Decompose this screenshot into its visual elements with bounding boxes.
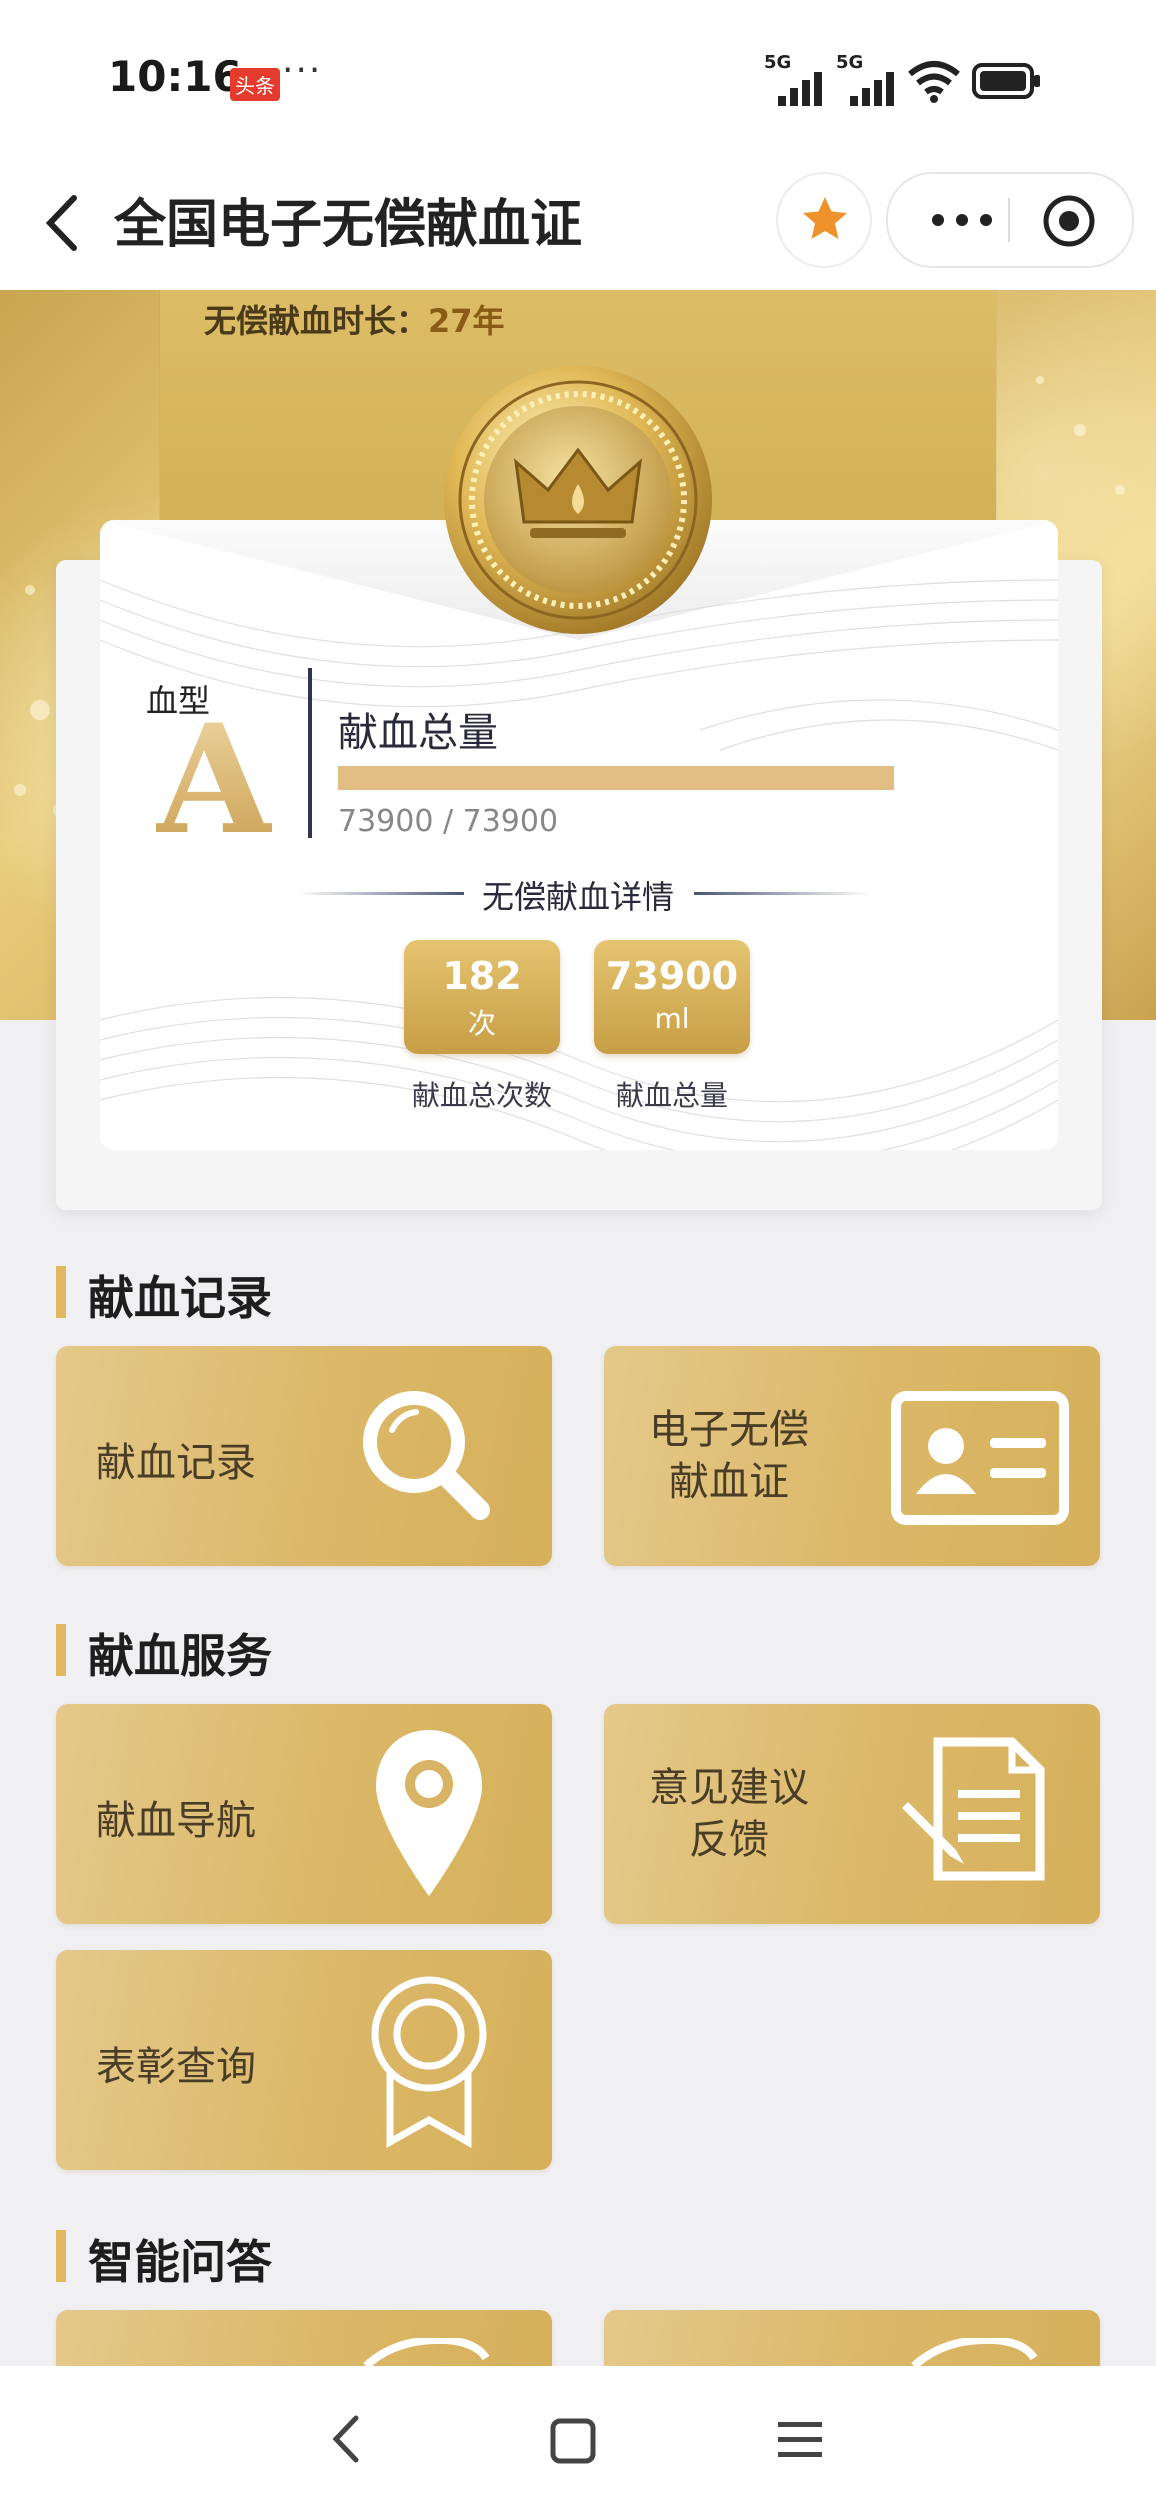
search-icon: [363, 1391, 490, 1520]
status-bar: 10:16 头条 ··· 5G 5G: [0, 0, 1156, 160]
duration-value: 27年: [428, 302, 505, 340]
chat-bubble-icon: [911, 2338, 1038, 2366]
tile-label: 意见建议 反馈: [634, 1762, 824, 1866]
back-icon[interactable]: [36, 188, 96, 258]
capsule-divider: [1008, 198, 1010, 242]
donation-count-value: 182: [442, 954, 522, 998]
system-navigation-bar: [0, 2366, 1156, 2510]
award-ribbon-icon: [371, 1976, 487, 2148]
tile-label-line2: 反馈: [689, 1817, 769, 1863]
target-icon[interactable]: [1042, 194, 1096, 248]
tile-donation-records[interactable]: 献血记录: [56, 1346, 552, 1566]
more-icon[interactable]: [930, 210, 994, 230]
blood-type-value: A: [156, 692, 273, 868]
id-card-icon: [891, 1391, 1069, 1525]
battery-icon: [972, 63, 1040, 99]
donation-progress-fill: [338, 766, 894, 790]
section-marker: [56, 2230, 66, 2282]
donation-progress-bar: [338, 766, 894, 790]
miniprogram-capsule: [886, 172, 1134, 268]
details-divider-right: [694, 892, 870, 895]
crown-medal-icon: [444, 366, 712, 634]
tile-label-line1: 意见建议: [649, 1765, 809, 1811]
total-volume-label: 献血总量: [338, 710, 498, 756]
donation-progress-text: 73900 / 73900: [338, 804, 559, 839]
chat-bubble-icon: [363, 2338, 490, 2366]
news-app-badge: 头条: [230, 68, 280, 101]
nav-back-icon[interactable]: [326, 2412, 366, 2466]
tile-commendation-query[interactable]: 表彰查询: [56, 1950, 552, 2170]
nav-menu-icon[interactable]: [776, 2418, 824, 2462]
star-icon: [803, 197, 847, 239]
feedback-document-icon: [902, 1737, 1045, 1881]
section-title-services: 献血服务: [88, 1629, 272, 1683]
donation-volume-unit: ml: [654, 1002, 690, 1035]
nav-home-icon[interactable]: [548, 2416, 598, 2466]
tile-feedback[interactable]: 意见建议 反馈: [604, 1704, 1100, 1924]
tile-label: 电子无偿 献血证: [634, 1404, 824, 1508]
status-more-dots: ···: [282, 50, 323, 91]
donation-volume-label: 献血总量: [615, 1079, 728, 1112]
donation-duration: 无偿献血时长：27年: [204, 296, 505, 342]
tile-qa-partial-left[interactable]: [56, 2310, 552, 2366]
page-title: 全国电子无偿献血证: [114, 195, 583, 255]
donation-count-unit: 次: [467, 1007, 496, 1040]
location-pin-icon: [376, 1730, 482, 1896]
card-divider: [308, 668, 312, 838]
donation-volume-box: 73900 ml: [594, 940, 750, 1054]
section-marker: [56, 1624, 66, 1676]
favorite-button[interactable]: [776, 172, 872, 268]
header-bar: 全国电子无偿献血证: [0, 160, 1156, 290]
tile-label: 表彰查询: [96, 2044, 256, 2090]
tile-label: 献血记录: [96, 1440, 256, 1486]
section-marker: [56, 1266, 66, 1318]
tile-qa-partial-right[interactable]: [604, 2310, 1100, 2366]
status-time: 10:16: [108, 52, 242, 101]
details-divider-left: [296, 892, 464, 895]
donation-count-label: 献血总次数: [411, 1079, 552, 1112]
donation-count-box: 182 次: [404, 940, 560, 1054]
tile-label-line2: 献血证: [669, 1459, 789, 1505]
wifi-icon: [908, 61, 960, 103]
section-title-smart-qa: 智能问答: [88, 2235, 272, 2289]
section-title-records: 献血记录: [88, 1271, 272, 1325]
tile-donation-navigation[interactable]: 献血导航: [56, 1704, 552, 1924]
duration-label: 无偿献血时长：: [204, 302, 429, 340]
tile-label-line1: 电子无偿: [649, 1407, 809, 1453]
donation-volume-value: 73900: [605, 954, 739, 998]
tile-e-certificate[interactable]: 电子无偿 献血证: [604, 1346, 1100, 1566]
details-title: 无偿献血详情: [482, 878, 675, 916]
tile-label: 献血导航: [96, 1798, 256, 1844]
